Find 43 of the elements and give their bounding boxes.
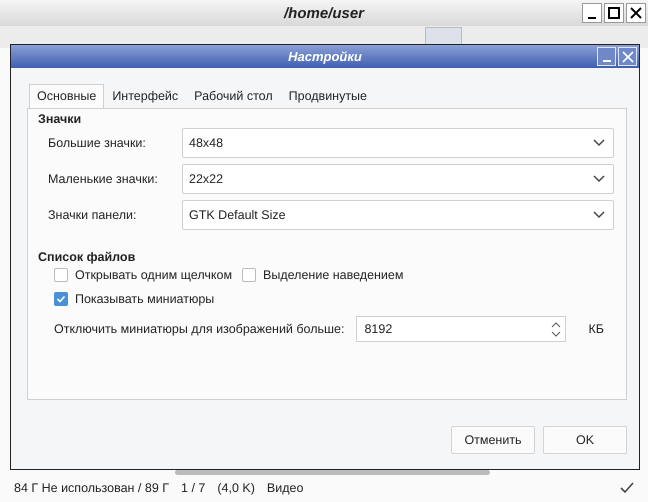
size-text: (4,0 K) <box>217 481 255 495</box>
tab[interactable]: Интерфейс <box>104 84 186 108</box>
dialog-button[interactable]: Отменить <box>451 426 535 454</box>
checkbox[interactable] <box>54 292 68 306</box>
unit-label: КБ <box>588 322 604 336</box>
field-label: Большие значки: <box>48 136 147 150</box>
dialog-button[interactable]: OK <box>543 426 627 454</box>
checkmark-icon <box>56 294 66 304</box>
section-heading: Список файлов <box>38 250 136 264</box>
item-count-text: 1 / 7 <box>181 481 206 495</box>
field-label: Значки панели: <box>48 208 138 222</box>
free-space-text: 84 Г Не использован / 89 Г <box>14 481 170 495</box>
field-label: Отключить миниатюры для изображений больше: <box>54 322 344 336</box>
close-icon <box>622 50 634 62</box>
chevron-down-icon <box>593 211 605 219</box>
tab[interactable]: Основные <box>29 84 104 109</box>
dropdown[interactable]: 22x22 <box>182 164 614 194</box>
minimize-icon <box>602 60 612 62</box>
minimize-icon <box>587 17 597 19</box>
tab[interactable]: Продвинутые <box>280 84 375 108</box>
section-heading: Значки <box>38 112 82 126</box>
close-icon <box>630 7 642 19</box>
dialog-title: Настройки <box>288 49 362 64</box>
checkbox-label: Открывать одним щелчком <box>75 268 232 282</box>
minimize-button[interactable] <box>582 3 602 23</box>
dropdown[interactable]: GTK Default Size <box>182 200 614 230</box>
chevron-down-icon <box>593 139 605 147</box>
scrollbar[interactable] <box>175 470 490 475</box>
maximize-icon <box>608 7 620 19</box>
close-button[interactable] <box>626 3 646 23</box>
tab[interactable]: Рабочий стол <box>186 84 281 108</box>
window-title: /home/user <box>284 4 364 22</box>
spin-field[interactable]: 8192 <box>356 316 566 342</box>
dropdown[interactable]: 48x48 <box>182 128 614 158</box>
field-label: Маленькие значки: <box>48 172 159 186</box>
checkbox[interactable] <box>242 268 256 282</box>
chevron-down-icon <box>593 175 605 183</box>
file-type-text: Видео <box>266 481 304 495</box>
maximize-button[interactable] <box>604 3 624 23</box>
checkbox-label: Выделение наведением <box>263 268 404 282</box>
checkbox[interactable] <box>54 268 68 282</box>
checkmark-icon <box>620 482 634 494</box>
checkbox-label: Показывать миниатюры <box>75 292 214 306</box>
